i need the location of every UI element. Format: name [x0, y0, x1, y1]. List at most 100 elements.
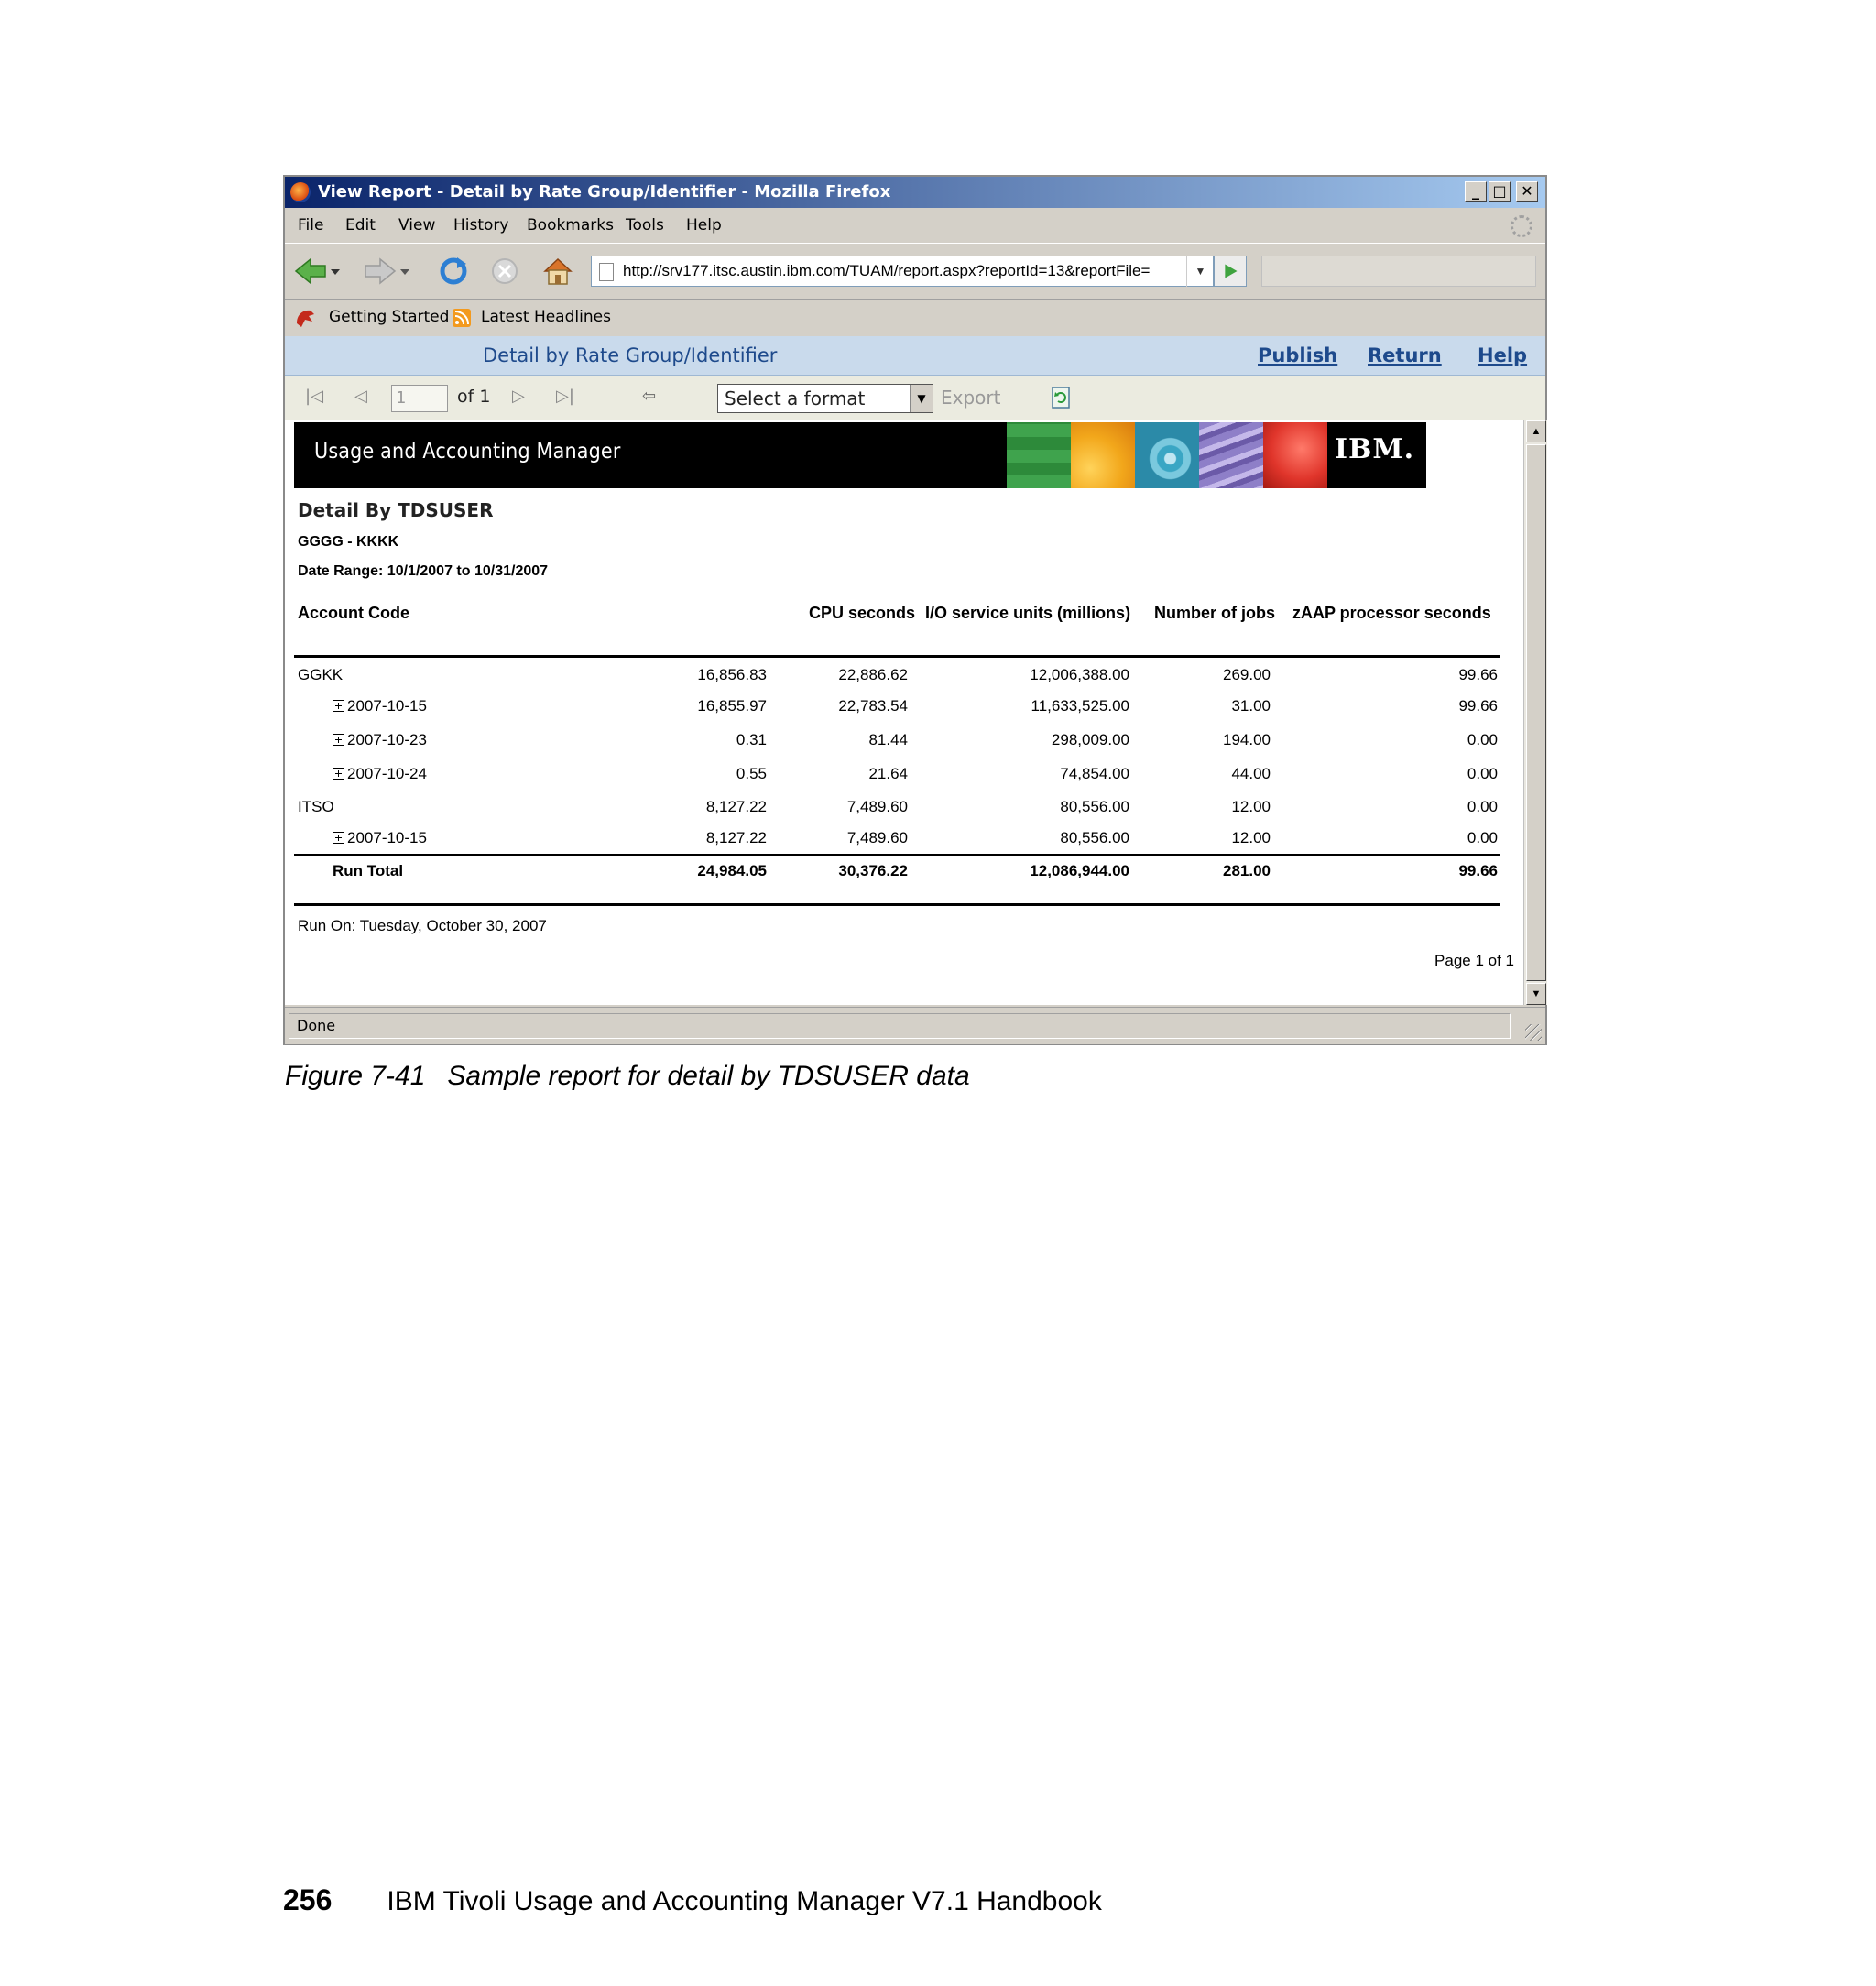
go-arrow-icon	[1225, 264, 1238, 278]
page-of-label: Page 1 of 1	[1434, 952, 1514, 969]
cell-cpu-seconds: 0.55	[736, 765, 767, 782]
row-label[interactable]: 2007-10-23	[333, 731, 427, 749]
expand-plus-icon[interactable]	[333, 832, 344, 844]
menu-help[interactable]: Help	[686, 210, 722, 241]
expand-plus-icon[interactable]	[333, 700, 344, 712]
scroll-thumb[interactable]	[1526, 444, 1546, 981]
cell-cpu-seconds: 16,856.83	[697, 666, 767, 683]
figure-number: Figure 7-41	[285, 1061, 426, 1091]
cell-zaap: 0.00	[1467, 731, 1498, 748]
previous-page-icon[interactable]: ◁	[354, 387, 367, 406]
first-page-icon[interactable]: |◁	[305, 387, 323, 406]
menu-bookmarks[interactable]: Bookmarks	[527, 210, 614, 241]
activity-throbber-icon	[1511, 215, 1532, 237]
forward-arrow-icon[interactable]	[364, 256, 397, 286]
export-format-select[interactable]: Select a format ▼	[717, 384, 933, 413]
banner-tile-shell	[1135, 422, 1199, 488]
scroll-up-button[interactable]: ▲	[1526, 420, 1546, 442]
reload-icon[interactable]	[437, 256, 470, 286]
cell-cpu-seconds-2: 22,886.62	[838, 666, 908, 683]
total-divider	[294, 854, 1500, 856]
column-header-cpu-seconds: CPU seconds	[809, 604, 916, 622]
bookmarks-toolbar: Getting Started Latest Headlines	[285, 300, 1545, 334]
chevron-down-icon: ▼	[910, 385, 933, 412]
page-number-input[interactable]: 1	[391, 385, 448, 412]
cell-cpu-seconds-2: 81.44	[868, 731, 908, 748]
expand-plus-icon[interactable]	[333, 768, 344, 780]
cell-zaap: 0.00	[1467, 829, 1498, 846]
cell-jobs: 12.00	[1231, 829, 1271, 846]
stop-icon[interactable]	[488, 256, 521, 286]
cell-cpu-seconds-2: 7,489.60	[846, 798, 908, 815]
browser-window: View Report - Detail by Rate Group/Ident…	[283, 175, 1547, 1045]
search-box[interactable]	[1261, 256, 1536, 287]
report-body: Usage and Accounting Manager IBM. Detail…	[285, 420, 1523, 1005]
maximize-button[interactable]: □	[1489, 181, 1511, 202]
export-button[interactable]: Export	[941, 387, 1000, 409]
close-button[interactable]: ✕	[1516, 181, 1538, 202]
row-date: 2007-10-15	[347, 697, 427, 715]
row-label[interactable]: 2007-10-15	[333, 697, 427, 715]
ibm-logo: IBM.	[1335, 433, 1415, 465]
menu-tools[interactable]: Tools	[626, 210, 664, 241]
cell-jobs: 31.00	[1231, 697, 1271, 715]
cell-jobs: 12.00	[1231, 798, 1271, 815]
return-link[interactable]: Return	[1368, 336, 1442, 375]
row-label[interactable]: 2007-10-15	[333, 829, 427, 847]
total-io-units: 12,086,944.00	[1030, 862, 1129, 879]
resize-grip-icon[interactable]	[1525, 1024, 1542, 1041]
cell-jobs: 44.00	[1231, 765, 1271, 782]
back-arrow-icon[interactable]	[294, 256, 327, 286]
back-history-dropdown-icon[interactable]	[329, 256, 342, 286]
vertical-scrollbar[interactable]: ▲ ▼	[1523, 420, 1547, 1005]
last-page-icon[interactable]: ▷|	[556, 387, 574, 406]
next-page-icon[interactable]: ▷	[512, 387, 525, 406]
home-icon[interactable]	[541, 256, 574, 286]
total-zaap: 99.66	[1458, 862, 1498, 879]
publish-link[interactable]: Publish	[1258, 336, 1337, 375]
total-cpu-seconds-2: 30,376.22	[838, 862, 908, 879]
banner-tile-red	[1263, 422, 1327, 488]
cell-io-units: 12,006,388.00	[1030, 666, 1129, 683]
title-bar: View Report - Detail by Rate Group/Ident…	[285, 177, 1545, 208]
status-bar: Done	[285, 1007, 1545, 1044]
window-title: View Report - Detail by Rate Group/Ident…	[318, 182, 891, 202]
forward-history-dropdown-icon[interactable]	[398, 256, 411, 286]
column-header-account-code: Account Code	[298, 604, 410, 622]
row-label[interactable]: 2007-10-24	[333, 765, 427, 783]
report-banner: Usage and Accounting Manager IBM.	[294, 422, 1426, 488]
cell-cpu-seconds: 8,127.22	[705, 798, 767, 815]
menu-view[interactable]: View	[398, 210, 435, 241]
minimize-button[interactable]: _	[1465, 181, 1487, 202]
figure-text: Sample report for detail by TDSUSER data	[447, 1061, 970, 1091]
go-button[interactable]	[1214, 256, 1247, 287]
scroll-down-button[interactable]: ▼	[1526, 983, 1546, 1005]
back-to-parent-icon[interactable]: ⇦	[642, 387, 656, 406]
row-label: GGKK	[298, 666, 344, 683]
url-input[interactable]: http://srv177.itsc.austin.ibm.com/TUAM/r…	[591, 256, 1214, 287]
cell-jobs: 269.00	[1223, 666, 1271, 683]
url-history-dropdown[interactable]: ▼	[1186, 256, 1214, 287]
page-number: 256	[283, 1883, 333, 1916]
menu-edit[interactable]: Edit	[345, 210, 376, 241]
row-label: ITSO	[298, 798, 334, 815]
figure-caption: Figure 7-41 Sample report for detail by T…	[285, 1061, 970, 1092]
help-link[interactable]: Help	[1478, 336, 1527, 375]
cell-io-units: 80,556.00	[1060, 829, 1129, 846]
cell-io-units: 80,556.00	[1060, 798, 1129, 815]
bookmark-getting-started[interactable]: Getting Started	[329, 300, 449, 334]
report-header-bar: Detail by Rate Group/Identifier Publish …	[285, 336, 1545, 376]
book-title: IBM Tivoli Usage and Accounting Manager …	[387, 1886, 1102, 1916]
column-header-zaap-seconds: zAAP processor seconds	[1292, 604, 1491, 622]
cell-cpu-seconds-2: 21.64	[868, 765, 908, 782]
cell-zaap: 0.00	[1467, 765, 1498, 782]
cell-zaap: 0.00	[1467, 798, 1498, 815]
menu-history[interactable]: History	[453, 210, 508, 241]
cell-cpu-seconds: 8,127.22	[705, 829, 767, 846]
menu-file[interactable]: File	[298, 210, 323, 241]
cell-cpu-seconds-2: 7,489.60	[846, 829, 908, 846]
cell-io-units: 11,633,525.00	[1031, 697, 1129, 715]
bookmark-latest-headlines[interactable]: Latest Headlines	[481, 300, 611, 334]
expand-plus-icon[interactable]	[333, 734, 344, 746]
refresh-report-icon[interactable]	[1051, 387, 1071, 409]
